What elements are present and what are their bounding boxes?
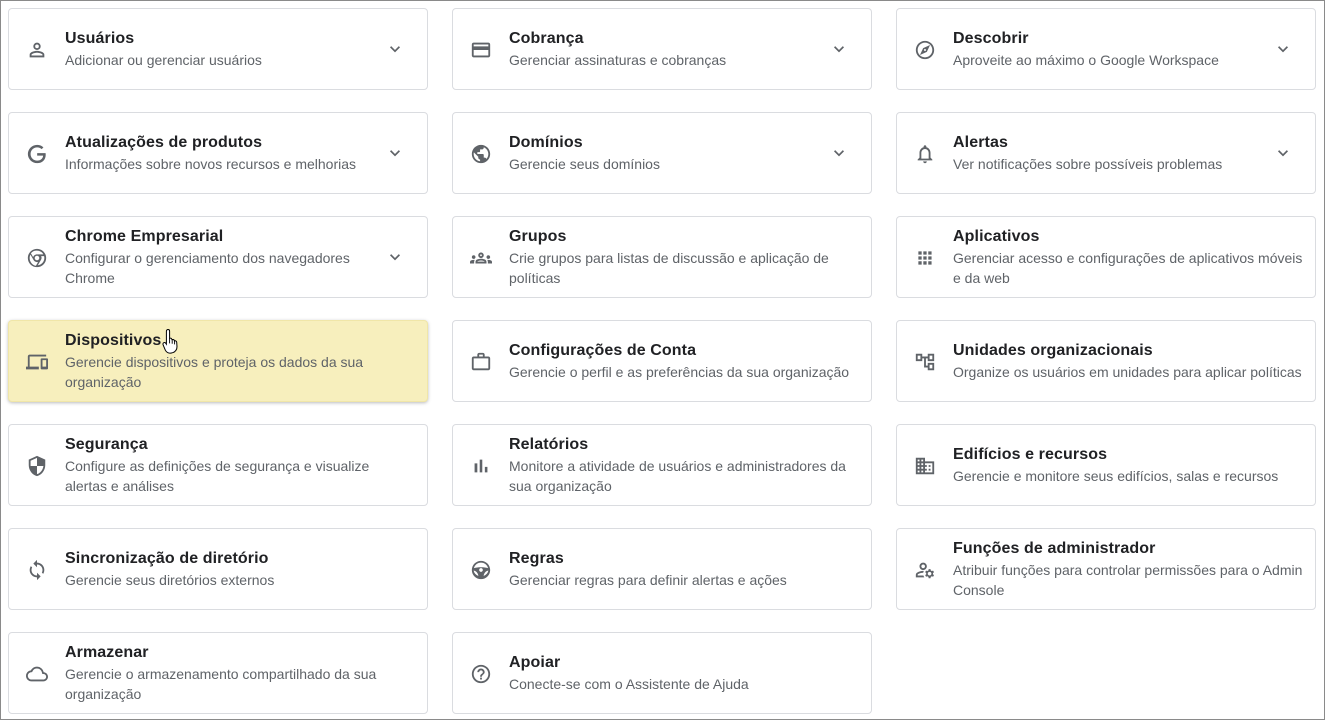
card-dispositivos[interactable]: Dispositivos Gerencie dispositivos e pro… <box>8 320 428 402</box>
sync-icon <box>25 558 49 582</box>
building-icon <box>913 454 937 478</box>
person-icon <box>25 38 49 62</box>
card-title: Configurações de Conta <box>509 341 697 359</box>
card-description: Gerencie dispositivos e proteja os dados… <box>65 353 364 390</box>
chevron-down-icon[interactable] <box>829 143 849 163</box>
briefcase-icon <box>469 350 493 374</box>
admin-gear-icon <box>913 558 937 582</box>
card-title: Unidades organizacionais <box>953 341 1153 359</box>
card-atualizacoes[interactable]: Atualizações de produtos Informações sob… <box>8 112 428 194</box>
card-conta[interactable]: Configurações de Conta Gerencie o perfil… <box>452 320 872 402</box>
card-description: Gerenciar regras para definir alertas e … <box>509 571 787 588</box>
card-description: Aproveite ao máximo o Google Workspace <box>953 51 1219 68</box>
card-description: Gerenciar acesso e configurações de apli… <box>953 249 1303 286</box>
card-apoiar[interactable]: Apoiar Conecte-se com o Assistente de Aj… <box>452 632 872 714</box>
card-description: Conecte-se com o Assistente de Ajuda <box>509 675 749 692</box>
compass-icon <box>913 38 937 62</box>
chevron-down-icon[interactable] <box>1273 39 1293 59</box>
card-title: Apoiar <box>509 653 561 671</box>
globe-icon <box>469 142 493 166</box>
bell-icon <box>913 142 937 166</box>
card-description: Ver notificações sobre possíveis problem… <box>953 155 1223 172</box>
card-description: Monitore a atividade de usuários e admin… <box>509 457 846 494</box>
card-dominios[interactable]: Domínios Gerencie seus domínios <box>452 112 872 194</box>
help-icon <box>469 662 493 686</box>
card-edificios[interactable]: Edifícios e recursos Gerencie e monitore… <box>896 424 1316 506</box>
card-sincronizacao[interactable]: Sincronização de diretório Gerencie seus… <box>8 528 428 610</box>
card-descobrir[interactable]: Descobrir Aproveite ao máximo o Google W… <box>896 8 1316 90</box>
card-description: Informações sobre novos recursos e melho… <box>65 155 357 172</box>
google-g-icon <box>25 142 49 166</box>
card-description: Atribuir funções para controlar permissõ… <box>953 561 1303 598</box>
card-grupos[interactable]: Grupos Crie grupos para listas de discus… <box>452 216 872 298</box>
card-description: Organize os usuários em unidades para ap… <box>953 363 1302 380</box>
card-armazenar[interactable]: Armazenar Gerencie o armazenamento compa… <box>8 632 428 714</box>
chevron-down-icon[interactable] <box>385 247 405 267</box>
cloud-icon <box>25 662 49 686</box>
org-tree-icon <box>913 350 937 374</box>
chevron-down-icon[interactable] <box>1273 143 1293 163</box>
card-description: Gerencie seus domínios <box>509 155 660 172</box>
chevron-down-icon[interactable] <box>385 143 405 163</box>
card-relatorios[interactable]: Relatórios Monitore a atividade de usuár… <box>452 424 872 506</box>
card-title: Aplicativos <box>953 227 1040 245</box>
card-title: Alertas <box>953 133 1008 151</box>
card-description: Gerencie o armazenamento compartilhado d… <box>65 665 377 702</box>
chevron-down-icon[interactable] <box>385 39 405 59</box>
card-description: Gerencie o perfil e as preferências da s… <box>509 363 850 380</box>
groups-icon <box>469 246 493 270</box>
apps-grid-icon <box>913 246 937 270</box>
card-title: Sincronização de diretório <box>65 549 269 567</box>
card-title: Grupos <box>509 227 567 245</box>
card-description: Crie grupos para listas de discussão e a… <box>509 249 829 286</box>
card-funcoes[interactable]: Funções de administrador Atribuir funçõe… <box>896 528 1316 610</box>
card-seguranca[interactable]: Segurança Configure as definições de seg… <box>8 424 428 506</box>
card-description: Configurar o gerenciamento dos navegador… <box>65 249 350 286</box>
card-title: Segurança <box>65 435 148 453</box>
card-chrome[interactable]: Chrome Empresarial Configurar o gerencia… <box>8 216 428 298</box>
card-title: Funções de administrador <box>953 539 1156 557</box>
card-alertas[interactable]: Alertas Ver notificações sobre possíveis… <box>896 112 1316 194</box>
card-title: Edifícios e recursos <box>953 445 1108 463</box>
card-title: Dispositivos <box>65 331 162 349</box>
steering-wheel-icon <box>469 558 493 582</box>
card-title: Domínios <box>509 133 583 151</box>
card-description: Configure as definições de segurança e v… <box>65 457 370 494</box>
chevron-down-icon[interactable] <box>829 39 849 59</box>
card-title: Relatórios <box>509 435 589 453</box>
card-description: Gerencie e monitore seus edifícios, sala… <box>953 467 1279 484</box>
card-title: Usuários <box>65 29 135 47</box>
card-regras[interactable]: Regras Gerenciar regras para definir ale… <box>452 528 872 610</box>
card-description: Adicionar ou gerenciar usuários <box>65 51 262 68</box>
card-description: Gerencie seus diretórios externos <box>65 571 275 588</box>
shield-icon <box>25 454 49 478</box>
devices-icon <box>25 350 49 374</box>
credit-card-icon <box>469 38 493 62</box>
card-title: Cobrança <box>509 29 584 47</box>
card-title: Descobrir <box>953 29 1029 47</box>
card-title: Armazenar <box>65 643 149 661</box>
card-usuarios[interactable]: Usuários Adicionar ou gerenciar usuários <box>8 8 428 90</box>
card-unidades[interactable]: Unidades organizacionais Organize os usu… <box>896 320 1316 402</box>
card-title: Regras <box>509 549 564 567</box>
card-title: Atualizações de produtos <box>65 133 263 151</box>
card-title: Chrome Empresarial <box>65 227 224 245</box>
card-cobranca[interactable]: Cobrança Gerenciar assinaturas e cobranç… <box>452 8 872 90</box>
card-aplicativos[interactable]: Aplicativos Gerenciar acesso e configura… <box>896 216 1316 298</box>
bar-chart-icon <box>469 454 493 478</box>
card-description: Gerenciar assinaturas e cobranças <box>509 51 727 68</box>
chrome-icon <box>25 246 49 270</box>
